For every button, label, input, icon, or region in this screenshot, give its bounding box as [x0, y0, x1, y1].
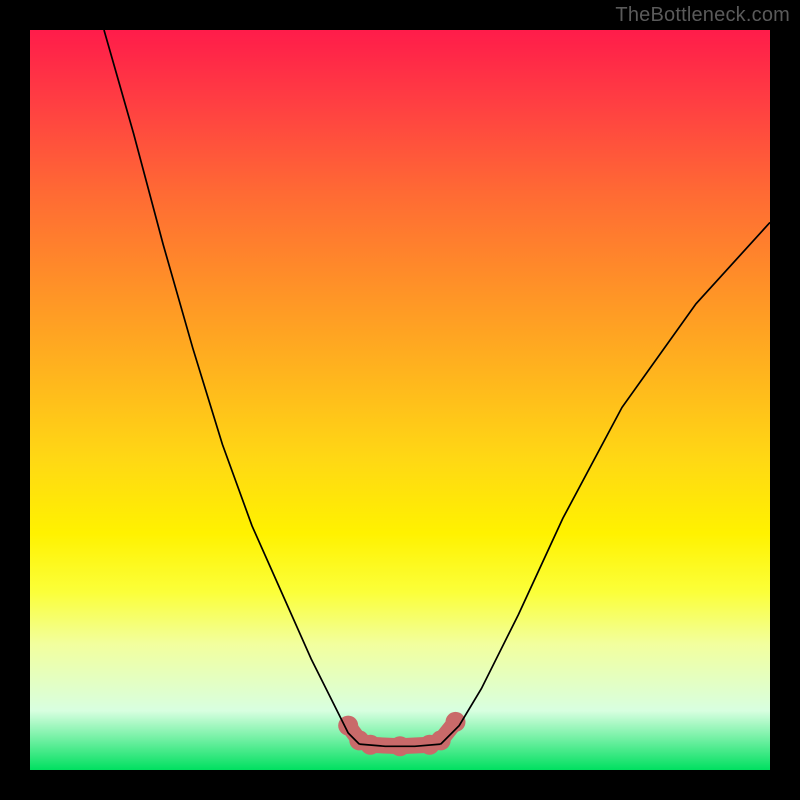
plot-area [30, 30, 770, 770]
right-curve [441, 222, 770, 744]
marker-group [338, 712, 465, 756]
left-curve [104, 30, 359, 744]
chart-frame: TheBottleneck.com [0, 0, 800, 800]
chart-svg [30, 30, 770, 770]
marker-dot [431, 730, 451, 750]
attribution-text: TheBottleneck.com [615, 4, 790, 27]
